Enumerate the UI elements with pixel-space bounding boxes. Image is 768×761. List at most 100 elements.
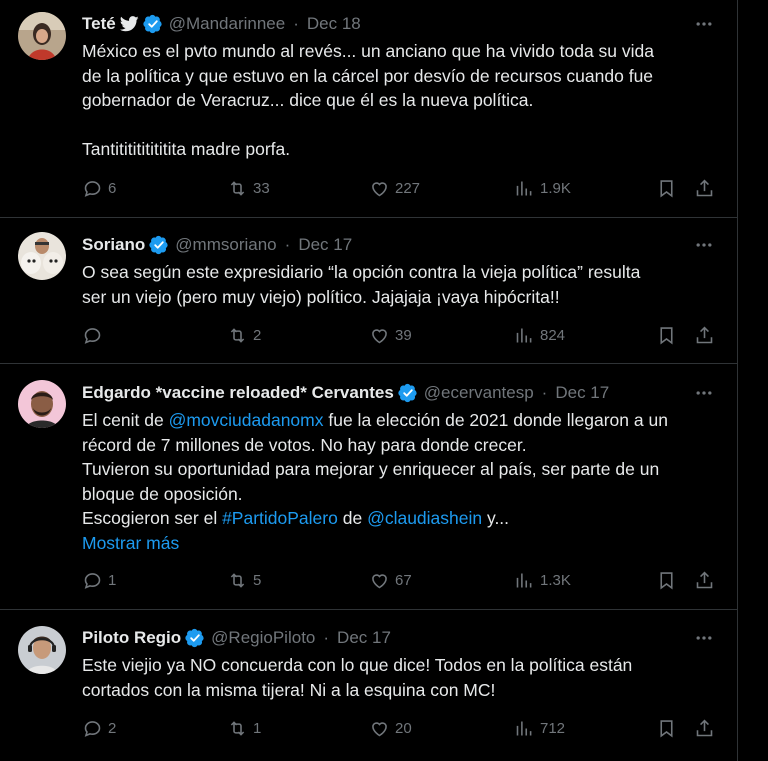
- views-button[interactable]: 1.3K: [514, 570, 571, 591]
- tweet-line: Escogieron ser el #PartidoPalero de @cla…: [82, 506, 722, 531]
- verified-badge-icon: [185, 628, 205, 648]
- tweet-line-blank: [82, 113, 722, 138]
- display-name[interactable]: Piloto Regio: [82, 628, 181, 648]
- share-button[interactable]: [694, 325, 715, 346]
- views-count: 1.9K: [540, 180, 571, 197]
- tweet-header: Piloto Regio @RegioPiloto · Dec 17: [82, 627, 391, 649]
- repost-icon: [230, 181, 245, 196]
- repost-button[interactable]: 1: [227, 718, 261, 739]
- reply-button[interactable]: [82, 325, 108, 346]
- reply-button[interactable]: 2: [82, 718, 116, 739]
- reply-button[interactable]: 1: [82, 570, 116, 591]
- repost-icon: [230, 721, 245, 736]
- avatar[interactable]: [18, 232, 66, 280]
- user-handle[interactable]: @RegioPiloto: [211, 628, 315, 648]
- reply-icon: [84, 181, 101, 197]
- tweet-date[interactable]: Dec 17: [337, 628, 391, 648]
- like-button[interactable]: 227: [369, 178, 420, 199]
- like-count: 39: [395, 327, 412, 344]
- share-icon: [696, 326, 713, 344]
- tweet-text: O sea según este expresidiario “la opció…: [82, 260, 722, 309]
- tweet-date[interactable]: Dec 17: [298, 235, 352, 255]
- tweet[interactable]: Edgardo *vaccine reloaded* Cervantes @ec…: [0, 364, 737, 610]
- views-count: 1.3K: [540, 572, 571, 589]
- avatar-image: [18, 626, 66, 674]
- avatar[interactable]: [18, 12, 66, 60]
- avatar[interactable]: [18, 380, 66, 428]
- tweet-actions: 2 39 824: [82, 325, 722, 349]
- repost-count: 5: [253, 572, 262, 589]
- user-handle[interactable]: @Mandarinnee: [169, 14, 286, 34]
- tweet-line: cortados con la misma tijera! Ni a la es…: [82, 679, 496, 700]
- reply-button[interactable]: 6: [82, 178, 116, 199]
- tweet[interactable]: Teté @Mandarinnee · Dec 18 México es el …: [0, 0, 737, 218]
- repost-icon: [230, 573, 245, 588]
- twitter-bird-icon: [120, 16, 139, 32]
- display-name[interactable]: Edgardo *vaccine reloaded* Cervantes: [82, 383, 394, 403]
- tweet-line: gobernador de Veracruz... dice que él es…: [82, 90, 534, 110]
- more-icon[interactable]: [693, 235, 715, 255]
- avatar[interactable]: [18, 626, 66, 674]
- share-icon: [696, 179, 713, 197]
- tweet-text: Este viejio ya NO concuerda con lo que d…: [82, 653, 722, 702]
- tweet-text: El cenit de @movciudadanomx fue la elecc…: [82, 408, 722, 555]
- repost-button[interactable]: 5: [227, 570, 261, 591]
- views-button[interactable]: 824: [514, 325, 565, 346]
- views-count: 824: [540, 327, 566, 344]
- show-more-link[interactable]: Mostrar más: [82, 531, 722, 556]
- tweet[interactable]: Piloto Regio @RegioPiloto · Dec 17 Este …: [0, 610, 737, 761]
- text-fragment: de: [337, 508, 368, 528]
- text-fragment: y...: [482, 508, 510, 528]
- share-button[interactable]: [694, 570, 715, 591]
- tweet[interactable]: Soriano @mmsoriano · Dec 17 O sea según …: [0, 218, 737, 364]
- verified-badge-icon: [143, 14, 163, 34]
- views-count: 712: [540, 720, 566, 737]
- like-button[interactable]: 20: [369, 718, 412, 739]
- tweet-date[interactable]: Dec 17: [555, 383, 609, 403]
- bookmark-button[interactable]: [656, 718, 677, 739]
- hashtag-link[interactable]: #PartidoPalero: [222, 508, 338, 528]
- views-icon: [516, 721, 532, 736]
- bookmark-icon: [660, 572, 673, 590]
- tweet-line: Este viejio ya NO concuerda con lo que d…: [82, 655, 633, 675]
- mention-link[interactable]: @movciudadanomx: [169, 410, 324, 430]
- share-button[interactable]: [694, 718, 715, 739]
- views-icon: [516, 181, 532, 196]
- more-icon[interactable]: [693, 14, 715, 34]
- views-button[interactable]: 712: [514, 718, 565, 739]
- repost-button[interactable]: 33: [227, 178, 270, 199]
- views-button[interactable]: 1.9K: [514, 178, 571, 199]
- share-button[interactable]: [694, 178, 715, 199]
- scroll-area[interactable]: [738, 0, 768, 761]
- like-button[interactable]: 67: [369, 570, 412, 591]
- bookmark-button[interactable]: [656, 325, 677, 346]
- display-name[interactable]: Soriano: [82, 235, 145, 255]
- display-name[interactable]: Teté: [82, 14, 116, 34]
- like-count: 227: [395, 180, 421, 197]
- user-handle[interactable]: @ecervantesp: [424, 383, 534, 403]
- repost-icon: [230, 328, 245, 343]
- avatar-image: [18, 380, 66, 428]
- reply-icon: [84, 573, 101, 589]
- views-icon: [516, 573, 532, 588]
- share-icon: [696, 571, 713, 589]
- bookmark-button[interactable]: [656, 178, 677, 199]
- tweet-header: Soriano @mmsoriano · Dec 17: [82, 234, 352, 256]
- user-handle[interactable]: @mmsoriano: [175, 235, 276, 255]
- tweet-date[interactable]: Dec 18: [307, 14, 361, 34]
- repost-button[interactable]: 2: [227, 325, 261, 346]
- bookmark-button[interactable]: [656, 570, 677, 591]
- tweet-line: de la política y que estuvo en la cárcel…: [82, 65, 654, 86]
- more-icon[interactable]: [693, 628, 715, 648]
- share-icon: [696, 719, 713, 737]
- views-icon: [516, 328, 532, 343]
- separator-dot: ·: [541, 383, 548, 402]
- verified-badge-icon: [398, 383, 418, 403]
- mention-link[interactable]: @claudiashein: [367, 508, 482, 528]
- text-fragment: Escogieron ser el: [82, 508, 223, 528]
- repost-count: 33: [253, 180, 270, 197]
- tweet-header: Edgardo *vaccine reloaded* Cervantes @ec…: [82, 382, 609, 404]
- tweet-actions: 2 1 20 712: [82, 718, 722, 742]
- more-icon[interactable]: [693, 383, 715, 403]
- like-button[interactable]: 39: [369, 325, 412, 346]
